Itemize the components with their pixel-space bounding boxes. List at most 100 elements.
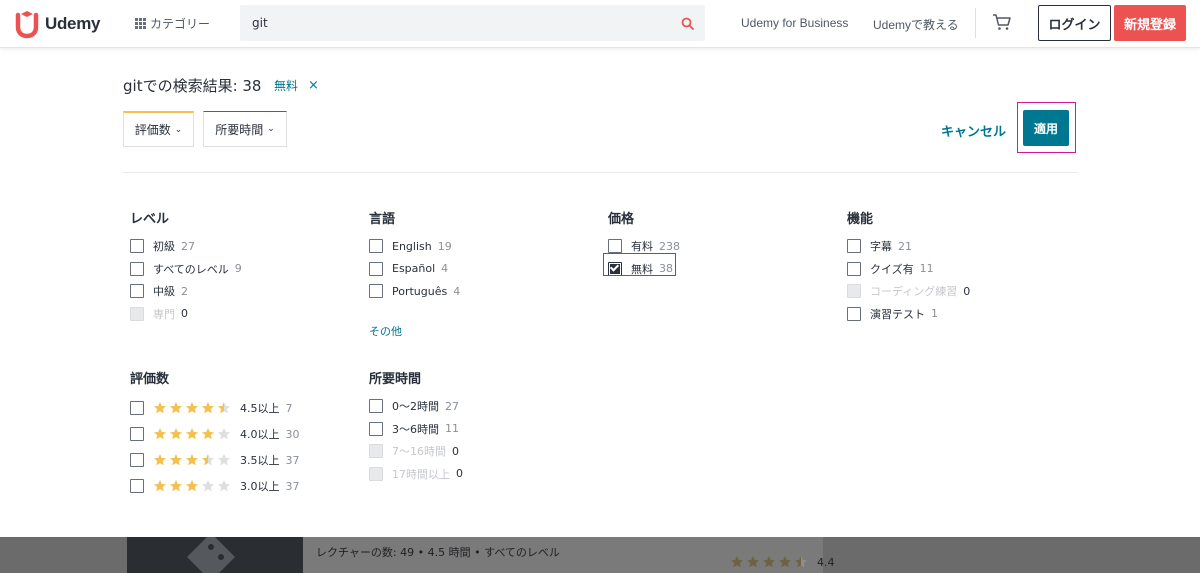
star-icon — [218, 428, 230, 440]
option-label: English — [392, 239, 432, 253]
course-rating: 4.4 — [730, 555, 835, 569]
star-icon — [186, 480, 198, 492]
star-rating — [153, 453, 233, 467]
option-count: 27 — [445, 399, 459, 413]
option-count: 19 — [437, 239, 452, 253]
option-count: 1 — [931, 307, 938, 321]
filter-option[interactable]: 演習テスト 1 — [847, 303, 970, 326]
option-label: 3.5以上 — [240, 454, 280, 467]
filter-option[interactable]: すべてのレベル 9 — [130, 258, 242, 281]
more-languages-link[interactable]: その他 — [369, 323, 460, 339]
option-count: 21 — [898, 239, 912, 253]
option-label: 3〜6時間 — [392, 422, 439, 436]
filter-option[interactable]: Português 4 — [369, 280, 460, 303]
apply-button[interactable]: 適用 — [1023, 110, 1069, 146]
option-label: 7〜16時間 — [392, 445, 446, 459]
option-label: 専門 — [153, 307, 175, 321]
option-label: 演習テスト — [870, 307, 925, 321]
checkbox[interactable] — [369, 239, 383, 254]
star-icon — [170, 480, 182, 492]
rating-filter-dropdown[interactable]: 評価数 ⌄ — [123, 111, 194, 147]
course-thumbnail[interactable] — [127, 537, 303, 573]
filter-option[interactable]: 3〜6時間 11 — [369, 418, 463, 441]
filter-option[interactable]: 3.0以上 37 — [130, 473, 300, 499]
search-bar[interactable]: git — [240, 5, 705, 41]
search-button[interactable] — [669, 5, 705, 41]
checkbox[interactable] — [130, 261, 144, 276]
option-label: 有料 — [631, 240, 653, 254]
grid-icon — [135, 18, 146, 29]
udemy-logo[interactable]: Udemy — [15, 9, 100, 39]
checkbox[interactable] — [130, 401, 144, 415]
group-title: レベル — [130, 212, 170, 227]
star-icon — [170, 454, 182, 466]
option-count: 27 — [181, 239, 195, 253]
remove-filter-icon[interactable]: × — [308, 78, 319, 93]
search-input[interactable]: git — [252, 16, 669, 30]
option-label: 4.5以上 — [240, 402, 280, 415]
checkbox[interactable] — [130, 239, 144, 254]
chevron-down-icon: ⌄ — [174, 124, 183, 135]
filter-option[interactable]: 中級 2 — [130, 280, 242, 303]
option-label: Español — [392, 262, 436, 276]
filter-option[interactable]: Español 4 — [369, 258, 460, 281]
teach-on-udemy-link[interactable]: Udemyで教える — [873, 16, 959, 33]
filter-option[interactable]: 4.0以上 30 — [130, 421, 300, 447]
option-label: 中級 — [153, 285, 175, 299]
option-count: 11 — [919, 262, 934, 276]
checkbox[interactable] — [847, 261, 861, 276]
filter-option[interactable]: 3.5以上 37 — [130, 447, 300, 473]
filter-option[interactable]: 字幕 21 — [847, 235, 970, 258]
login-button[interactable]: ログイン — [1038, 5, 1111, 41]
meta-dot: • — [474, 546, 485, 559]
checkbox[interactable] — [130, 453, 144, 467]
star-icon — [218, 454, 230, 466]
option-count: 4 — [441, 262, 449, 276]
git-logo-icon — [127, 537, 303, 573]
active-filter-chip[interactable]: 無料 × — [274, 77, 319, 94]
option-count: 238 — [659, 239, 680, 253]
chevron-down-icon: ⌄ — [267, 124, 275, 134]
filter-option[interactable]: 4.5以上 7 — [130, 395, 300, 421]
filter-option[interactable]: クイズ有 11 — [847, 258, 970, 281]
checkbox[interactable] — [369, 261, 383, 276]
filter-group-duration: 所要時間 0〜2時間 27 3〜6時間 11 7〜16時間 0 17時間以上 0 — [369, 368, 463, 485]
duration-filter-dropdown[interactable]: 所要時間 ⌄ — [203, 111, 287, 147]
cancel-button[interactable]: キャンセル — [941, 121, 1006, 140]
udemy-for-business-link[interactable]: Udemy for Business — [741, 16, 848, 30]
checkbox[interactable] — [130, 479, 144, 493]
udemy-logo-icon — [15, 11, 39, 39]
group-title: 言語 — [369, 212, 396, 227]
star-rating — [153, 401, 233, 415]
filter-group-language: 言語 English 19 Español 4 Português 4 その他 — [369, 208, 460, 339]
option-label: 0〜2時間 — [392, 400, 439, 414]
header-divider — [975, 8, 976, 38]
signup-button[interactable]: 新規登録 — [1114, 5, 1186, 41]
checkbox[interactable] — [608, 239, 622, 254]
course-meta: レクチャーの数: 49 • 4.5 時間 • すべてのレベル — [316, 544, 560, 560]
checkbox — [369, 444, 383, 459]
filter-option[interactable]: 初級 27 — [130, 235, 242, 258]
filter-option[interactable]: English 19 — [369, 235, 460, 258]
option-count: 11 — [445, 422, 459, 436]
option-label: すべてのレベル — [153, 262, 229, 276]
cart-button[interactable] — [992, 13, 1012, 35]
filter-option-disabled: 17時間以上 0 — [369, 463, 463, 486]
star-icon — [186, 402, 198, 414]
checkbox[interactable] — [369, 399, 383, 414]
option-count: 7 — [285, 401, 293, 415]
checkbox[interactable] — [130, 427, 144, 441]
star-icon — [218, 480, 230, 492]
checkbox[interactable] — [847, 306, 861, 321]
checkbox[interactable] — [847, 239, 861, 254]
star-icon — [731, 556, 743, 568]
checkbox[interactable] — [369, 421, 383, 436]
checkbox[interactable] — [369, 284, 383, 299]
star-icon — [154, 480, 166, 492]
option-count: 9 — [234, 262, 242, 276]
categories-menu[interactable]: カテゴリー — [135, 15, 210, 32]
star-icon — [202, 402, 214, 414]
star-icon — [795, 556, 807, 568]
checkbox[interactable] — [130, 284, 144, 299]
filter-option[interactable]: 0〜2時間 27 — [369, 395, 463, 418]
